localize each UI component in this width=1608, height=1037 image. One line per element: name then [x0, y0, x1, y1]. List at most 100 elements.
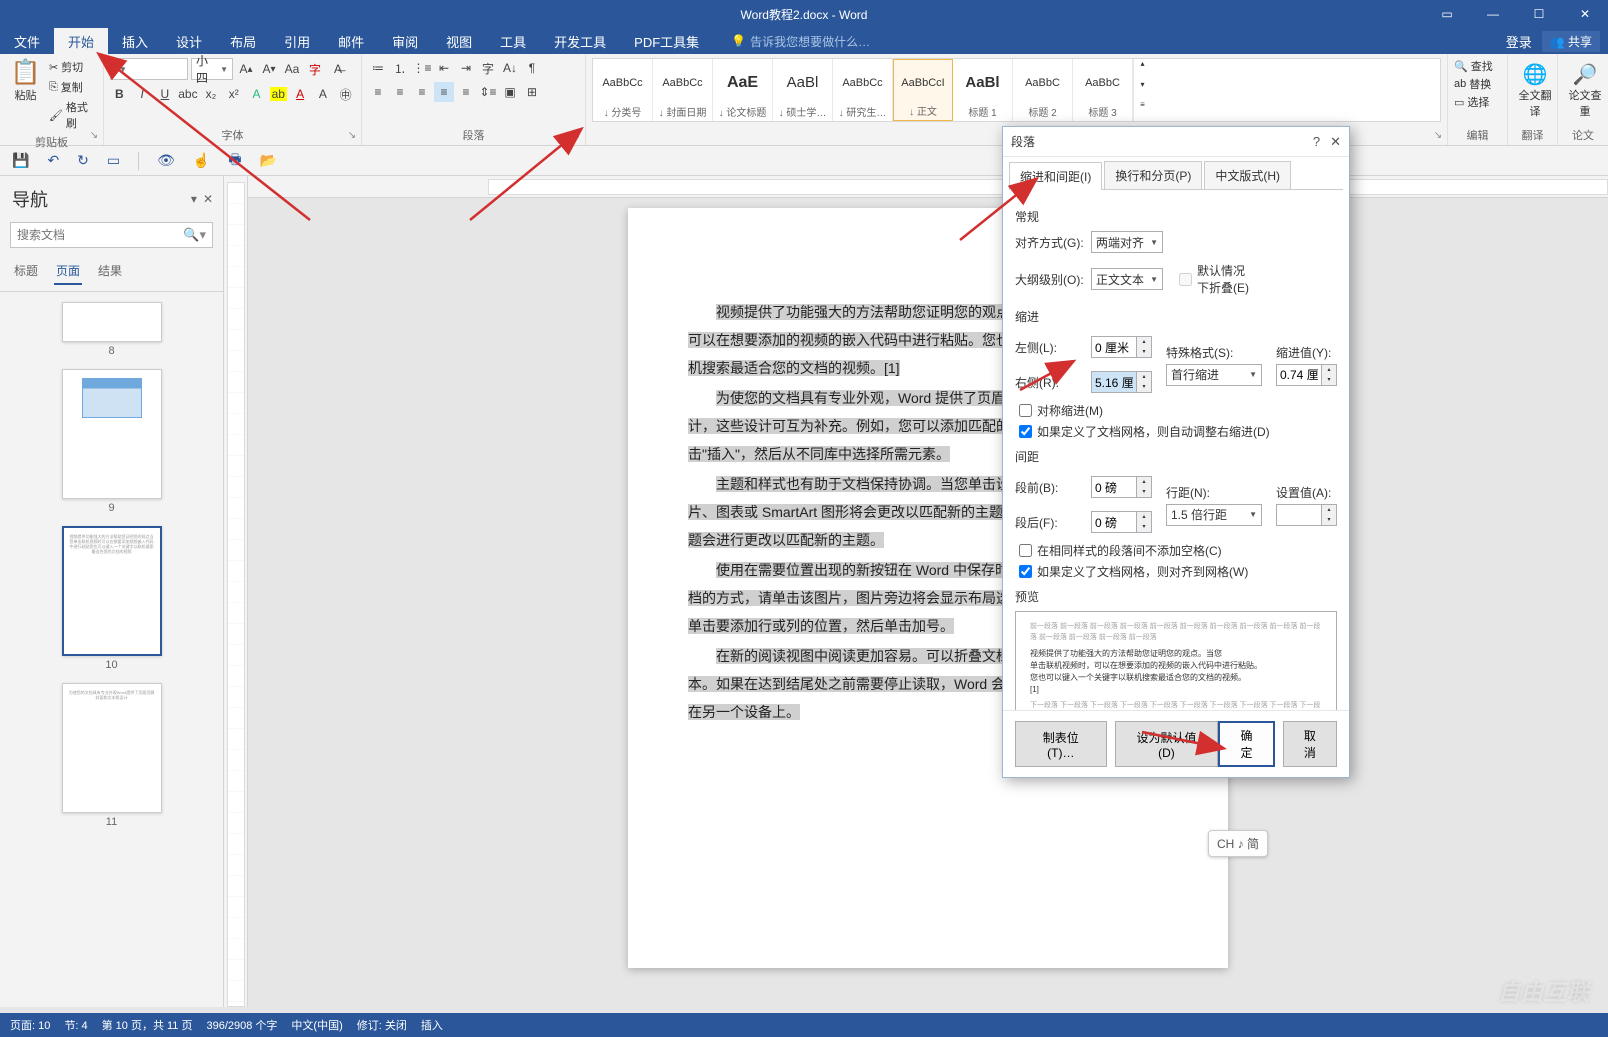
- multilevel-icon[interactable]: ⋮≡: [412, 58, 432, 78]
- autogrid-checkbox[interactable]: 如果定义了文档网格，则自动调整右缩进(D): [1019, 423, 1337, 440]
- tell-me-search[interactable]: 💡 告诉我您想要做什么…: [731, 28, 870, 54]
- status-pageof[interactable]: 第 10 页，共 11 页: [102, 1017, 193, 1033]
- grow-font-icon[interactable]: A▴: [236, 59, 256, 79]
- select-button[interactable]: ▭选择: [1454, 94, 1501, 110]
- dialog-titlebar[interactable]: 段落 ?✕: [1003, 127, 1349, 157]
- font-size-combo[interactable]: 小四▼: [191, 58, 233, 80]
- align-left-icon[interactable]: ≡: [368, 82, 388, 102]
- numbering-icon[interactable]: ⒈: [390, 58, 410, 78]
- nav-search-box[interactable]: 🔍▾: [10, 222, 213, 248]
- search-icon[interactable]: 🔍▾: [183, 227, 206, 243]
- tab-references[interactable]: 引用: [270, 28, 324, 54]
- indent-left-spin[interactable]: ▴▾: [1091, 336, 1152, 358]
- dlg-tab-cjk[interactable]: 中文版式(H): [1204, 161, 1291, 189]
- spin-down-icon[interactable]: ▾: [1322, 375, 1336, 385]
- touch-mode-icon[interactable]: ☝: [193, 152, 210, 169]
- collapse-checkbox[interactable]: 默认情况下折叠(E): [1179, 262, 1249, 296]
- horizontal-ruler[interactable]: [248, 176, 1608, 198]
- snapgrid-checkbox[interactable]: 如果定义了文档网格，则对齐到网格(W): [1019, 563, 1337, 580]
- borders-icon[interactable]: ⊞: [522, 82, 542, 102]
- status-words[interactable]: 396/2908 个字: [206, 1017, 277, 1033]
- spin-up-icon[interactable]: ▴: [1322, 505, 1336, 515]
- at-spin[interactable]: ▴▾: [1276, 504, 1337, 526]
- text-effects-icon[interactable]: A: [247, 84, 266, 104]
- dlg-tab-indent[interactable]: 缩进和间距(I): [1009, 162, 1102, 190]
- open-icon[interactable]: 📂: [260, 152, 277, 169]
- align-select[interactable]: 两端对齐▼: [1091, 231, 1163, 253]
- nav-thumbnails[interactable]: 8 9 视频提供功能强大的方法帮助您证明您的观点当您单击联机视频时可以在想要添加…: [0, 292, 223, 1007]
- style-item-8[interactable]: AaBbC标题 3: [1073, 59, 1133, 121]
- shrink-font-icon[interactable]: A▾: [259, 59, 279, 79]
- translate-button[interactable]: 🌐 全文翻译: [1514, 58, 1556, 123]
- ime-indicator[interactable]: CH ♪ 简: [1208, 830, 1268, 857]
- spin-up-icon[interactable]: ▴: [1137, 372, 1151, 382]
- mirror-checkbox[interactable]: 对称缩进(M): [1019, 402, 1337, 419]
- style-item-4[interactable]: AaBbCc↓ 研究生…: [833, 59, 893, 121]
- cut-button[interactable]: ✂剪切: [47, 58, 97, 76]
- status-page[interactable]: 页面: 10: [10, 1017, 50, 1033]
- style-item-7[interactable]: AaBbC标题 2: [1013, 59, 1073, 121]
- close-icon[interactable]: ✕: [1562, 0, 1608, 28]
- tab-view[interactable]: 视图: [432, 28, 486, 54]
- styles-launcher-icon[interactable]: ↘: [1431, 129, 1445, 143]
- style-item-1[interactable]: AaBbCc↓ 封面日期: [653, 59, 713, 121]
- spin-down-icon[interactable]: ▾: [1322, 515, 1336, 525]
- spin-up-icon[interactable]: ▴: [1137, 477, 1151, 487]
- after-spin[interactable]: ▴▾: [1091, 511, 1152, 533]
- special-select[interactable]: 首行缩进▼: [1166, 364, 1262, 386]
- replace-button[interactable]: ab替换: [1454, 76, 1501, 92]
- thumb-8[interactable]: 8: [62, 302, 162, 357]
- preview-icon[interactable]: 👁: [157, 152, 175, 169]
- spin-up-icon[interactable]: ▴: [1137, 512, 1151, 522]
- share-button[interactable]: 👥 共享: [1542, 31, 1600, 52]
- distributed-icon[interactable]: ≡: [456, 82, 476, 102]
- clipboard-launcher-icon[interactable]: ↘: [87, 129, 101, 143]
- status-section[interactable]: 节: 4: [64, 1017, 87, 1033]
- show-hide-icon[interactable]: ¶: [522, 58, 542, 78]
- sort-icon[interactable]: A↓: [500, 58, 520, 78]
- underline-button[interactable]: U: [156, 84, 175, 104]
- spin-down-icon[interactable]: ▾: [1137, 382, 1151, 392]
- style-item-2[interactable]: AaE↓ 论文标题: [713, 59, 773, 121]
- strikethrough-button[interactable]: abc: [178, 84, 197, 104]
- thumb-9[interactable]: 9: [62, 369, 162, 514]
- italic-button[interactable]: I: [133, 84, 152, 104]
- nav-tab-results[interactable]: 结果: [96, 258, 124, 285]
- dialog-help-icon[interactable]: ?: [1313, 134, 1320, 150]
- spin-up-icon[interactable]: ▴: [1322, 365, 1336, 375]
- spin-down-icon[interactable]: ▾: [1137, 487, 1151, 497]
- tab-layout[interactable]: 布局: [216, 28, 270, 54]
- gallery-up-icon[interactable]: ▴: [1134, 59, 1151, 80]
- indent-right-spin[interactable]: ▴▾: [1091, 371, 1152, 393]
- nav-close-icon[interactable]: ✕: [203, 192, 213, 206]
- thumb-10[interactable]: 视频提供功能强大的方法帮助您证明您的观点当您单击联机视频时可以在想要添加视频嵌入…: [62, 526, 162, 671]
- tab-insert[interactable]: 插入: [108, 28, 162, 54]
- save-icon[interactable]: 💾: [12, 152, 29, 169]
- bold-button[interactable]: B: [110, 84, 129, 104]
- tab-devtools[interactable]: 开发工具: [540, 28, 620, 54]
- decrease-indent-icon[interactable]: ⇤: [434, 58, 454, 78]
- tab-mailings[interactable]: 邮件: [324, 28, 378, 54]
- line-select[interactable]: 1.5 倍行距▼: [1166, 504, 1262, 526]
- tabs-button[interactable]: 制表位(T)…: [1015, 721, 1107, 767]
- paste-button[interactable]: 📋 粘贴: [6, 58, 45, 103]
- print-icon[interactable]: 🖶: [228, 149, 241, 173]
- highlight-color-icon[interactable]: ab: [270, 87, 287, 101]
- new-doc-icon[interactable]: ▭: [107, 152, 120, 169]
- spin-up-icon[interactable]: ▴: [1137, 337, 1151, 347]
- tab-tools[interactable]: 工具: [486, 28, 540, 54]
- phonetic-guide-icon[interactable]: 字: [305, 59, 325, 79]
- char-border-icon[interactable]: A: [313, 84, 332, 104]
- tab-home[interactable]: 开始: [54, 28, 108, 54]
- bullets-icon[interactable]: ≔: [368, 58, 388, 78]
- document-scroll[interactable]: 视频提供了功能强大的方法帮助您证明您的观点。当您单击联机视频时，可以在想要添加的…: [248, 198, 1608, 1007]
- spin-down-icon[interactable]: ▾: [1137, 347, 1151, 357]
- font-family-combo[interactable]: ▼: [110, 58, 188, 80]
- status-insert[interactable]: 插入: [421, 1017, 443, 1033]
- status-track[interactable]: 修订: 关闭: [357, 1017, 407, 1033]
- ok-button[interactable]: 确定: [1218, 721, 1274, 767]
- justify-icon[interactable]: ≡: [434, 82, 454, 102]
- minimize-icon[interactable]: —: [1470, 0, 1516, 28]
- enclose-char-icon[interactable]: ㊥: [336, 84, 355, 104]
- tab-pdf[interactable]: PDF工具集: [620, 28, 713, 54]
